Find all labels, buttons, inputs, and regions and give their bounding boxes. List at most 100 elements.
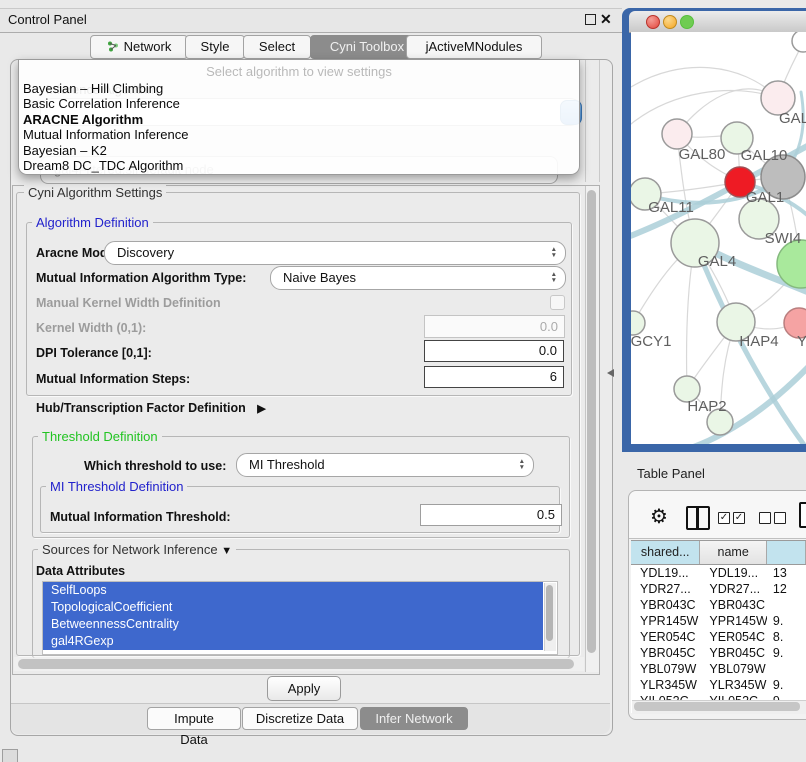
kernel-width-field[interactable]: 0.0 [424,315,565,338]
collapse-down-icon[interactable]: ▼ [221,545,232,557]
node-label: HAP4 [739,333,778,350]
node-label: GAL4 [698,253,736,270]
panel-edge-line [599,60,600,182]
table-row[interactable]: YBR043C YBR043C [631,597,806,613]
window-close-icon[interactable] [646,15,660,29]
dropdown-item[interactable]: Bayesian – K2 [19,143,579,158]
column-header-shared-name[interactable]: shared... [631,541,700,564]
dropdown-item[interactable]: Dream8 DC_TDC Algorithm [19,158,579,173]
which-threshold-combo[interactable]: MI Threshold ▲▼ [236,453,534,477]
hub-section-label[interactable]: Hub/Transcription Factor Definition ▶ [36,401,266,415]
deselect-all-icon[interactable] [774,512,786,524]
kernel-width-label: Kernel Width (0,1): [36,321,146,335]
mi-threshold-group-title: MI Threshold Definition [46,479,187,494]
tab-infer-network[interactable]: Infer Network [360,707,468,730]
mi-algorithm-type-combo[interactable]: Naive Bayes ▲▼ [270,266,566,290]
mi-algorithm-type-value: Naive Bayes [271,270,356,285]
deselect-all-icon[interactable] [759,512,771,524]
node-label: GCY1 [631,333,671,350]
network-node[interactable] [631,311,645,335]
table-panel-title: Table Panel [637,466,705,481]
column-header-name[interactable]: name [700,541,766,564]
tab-impute-data[interactable]: Impute Data [147,707,241,730]
settings-horizontal-scrollbar-thumb[interactable] [18,659,574,669]
tab-select[interactable]: Select [243,35,311,59]
algorithm-definition-title: Algorithm Definition [32,215,153,230]
list-item[interactable]: BetweennessCentrality [43,616,543,633]
table-row[interactable]: YPR145W YPR145W 9. [631,613,806,629]
mi-threshold-field[interactable]: 0.5 [420,504,562,526]
dpi-tolerance-label: DPI Tolerance [0,1]: [36,346,152,360]
sources-group-title[interactable]: Sources for Network Inference ▼ [38,542,236,557]
tab-discretize-data[interactable]: Discretize Data [242,707,358,730]
apply-button[interactable]: Apply [267,676,341,701]
node-label: GAL [779,110,806,127]
mi-algorithm-type-label: Mutual Information Algorithm Type: [36,271,246,285]
node-label: GAL80 [679,146,726,163]
select-all-icon[interactable]: ✓ [718,512,730,524]
settings-vertical-scrollbar-thumb[interactable] [587,190,596,653]
collapsed-panel-icon[interactable] [2,749,18,762]
threshold-definition-title: Threshold Definition [38,429,162,444]
dropdown-item[interactable]: Basic Correlation Inference [19,96,579,111]
list-scrollbar-thumb[interactable] [546,585,553,641]
table-header-row: shared... name [631,540,806,565]
network-canvas[interactable]: GALGAL80GAL10GAL1GAL11SWI4GAL4GCY1HAP4YH… [631,32,806,444]
manual-kernel-width-label: Manual Kernel Width Definition [36,296,221,310]
network-node[interactable] [662,119,692,149]
algorithm-dropdown-popup: Select algorithm to view settings Bayesi… [18,59,580,175]
table-row[interactable]: YLR345W YLR345W 9. [631,677,806,693]
node-label: GAL10 [741,147,788,164]
mi-steps-field[interactable]: 6 [424,366,564,388]
combo-stepper-icon: ▲▼ [551,242,557,264]
table-row[interactable]: YDL19... YDL19... 13 [631,565,806,581]
split-columns-icon[interactable] [686,506,710,530]
table-row[interactable]: YBL079W YBL079W [631,661,806,677]
node-label: SWI4 [765,230,802,247]
dpi-tolerance-field[interactable]: 0.0 [424,340,564,362]
node-table: shared... name YDL19... YDL19... 13 YDR2… [631,540,806,713]
dropdown-item[interactable]: ARACNE Algorithm [19,112,579,127]
gear-icon[interactable]: ⚙ [650,504,668,529]
window-minimize-icon[interactable] [663,15,677,29]
file-icon[interactable] [799,502,806,528]
manual-kernel-width-checkbox[interactable] [550,295,565,310]
node-label: HAP2 [687,398,726,415]
data-attributes-list[interactable]: SelfLoopsTopologicalCoefficientBetweenne… [42,581,558,655]
dropdown-item[interactable]: Mutual Information Inference [19,127,579,142]
float-panel-icon[interactable] [585,14,596,25]
mi-steps-label: Mutual Information Steps: [36,372,190,386]
tab-network[interactable]: Network [90,35,188,59]
dropdown-placeholder: Select algorithm to view settings [19,60,579,81]
list-item[interactable]: SelfLoops [43,582,543,599]
tab-jactivemnodules[interactable]: jActiveMNodules [406,35,542,59]
dropdown-item[interactable]: Bayesian – Hill Climbing [19,81,579,96]
close-icon[interactable]: ✕ [600,11,612,28]
aracne-mode-combo[interactable]: Discovery ▲▼ [104,241,566,265]
list-item[interactable]: TopologicalCoefficient [43,599,543,616]
select-all-icon[interactable]: ✓ [733,512,745,524]
network-node[interactable] [792,32,806,52]
which-threshold-label: Which threshold to use: [84,459,226,473]
column-header-cut[interactable] [767,541,806,564]
table-row[interactable]: YDR27... YDR27... 12 [631,581,806,597]
table-horizontal-scrollbar-thumb[interactable] [634,702,800,711]
control-panel-titlebar [0,8,622,33]
node-label: GAL11 [648,199,694,216]
window-zoom-icon[interactable] [680,15,694,29]
mi-threshold-label: Mutual Information Threshold: [50,510,231,524]
table-row[interactable]: YBR045C YBR045C 9. [631,645,806,661]
dropdown-item-list: Bayesian – Hill ClimbingBasic Correlatio… [19,81,579,173]
expand-right-icon[interactable]: ▶ [257,403,265,415]
data-attributes-label: Data Attributes [36,564,125,578]
cyni-algorithm-settings-title: Cyni Algorithm Settings [24,185,166,200]
cursor-arrow [607,369,614,377]
list-item[interactable]: gal4RGexp [43,633,543,650]
table-body: YDL19... YDL19... 13 YDR27... YDR27... 1… [631,565,806,709]
screen: Control Panel ✕ Network Style Select Cyn… [0,0,806,762]
combo-stepper-icon: ▲▼ [519,454,525,476]
tab-style[interactable]: Style [185,35,245,59]
aracne-mode-value: Discovery [105,245,174,260]
table-row[interactable]: YER054C YER054C 8. [631,629,806,645]
combo-stepper-icon: ▲▼ [551,267,557,289]
